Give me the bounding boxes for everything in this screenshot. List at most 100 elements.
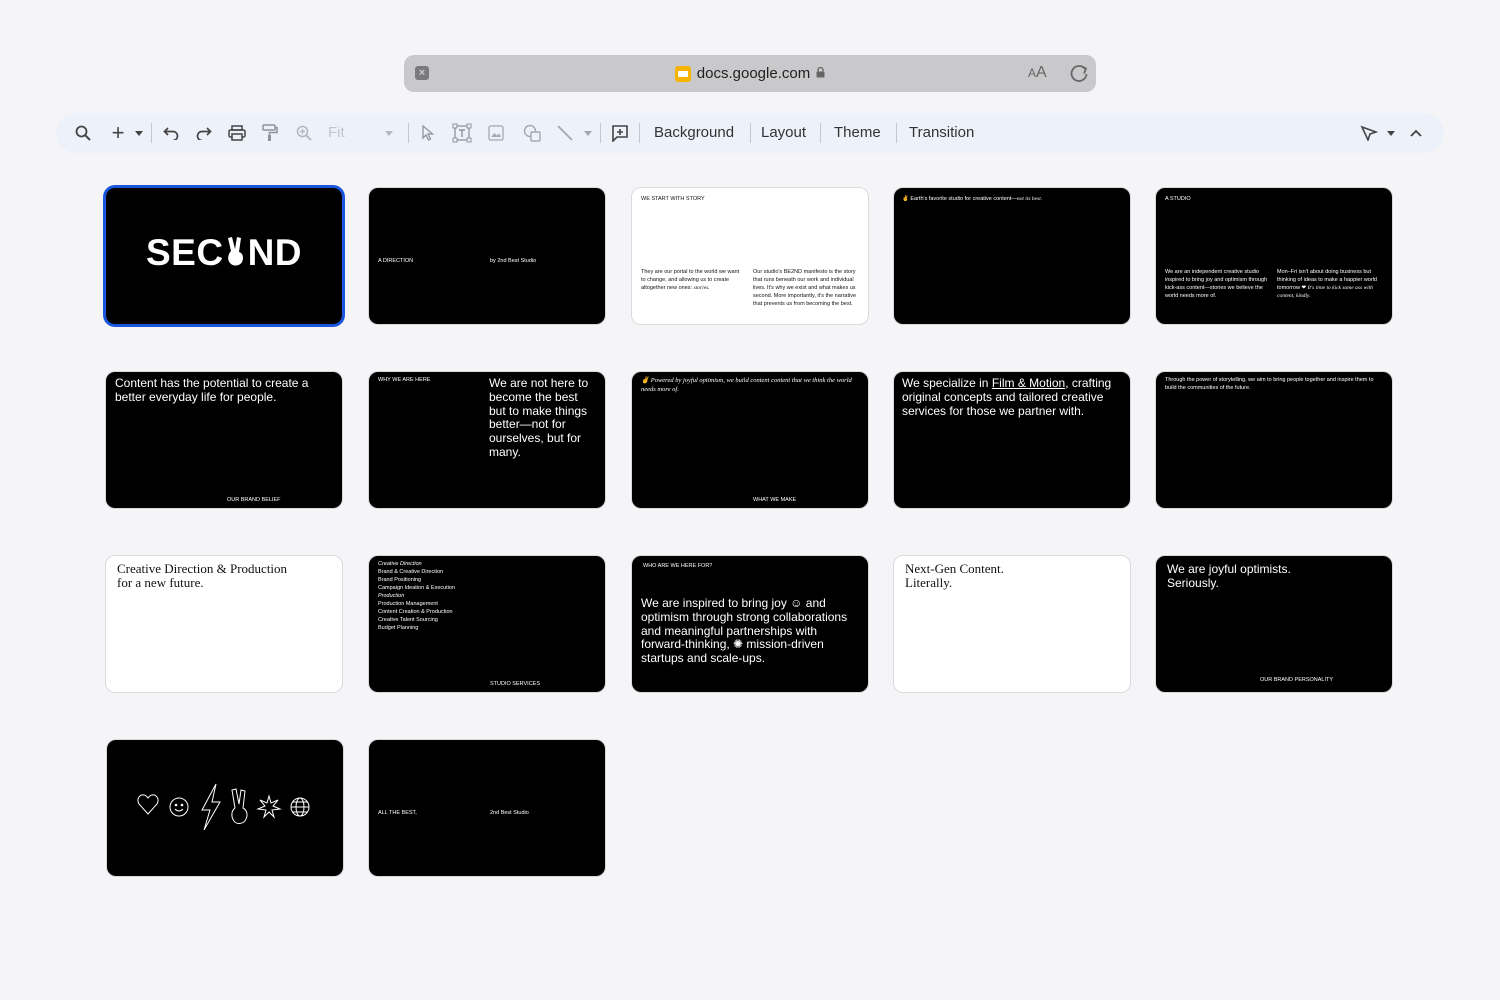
text-size-button[interactable]: AA xyxy=(1028,64,1047,82)
peace-hand-outline-icon xyxy=(231,788,248,824)
slide-body: Content has the potential to create a be… xyxy=(115,376,309,404)
slide-thumbnail-15[interactable]: We are joyful optimists. Seriously. OUR … xyxy=(1156,556,1392,692)
toolbar-divider xyxy=(600,123,601,143)
line-tool-icon[interactable] xyxy=(555,113,575,153)
list-item: Budget Planning xyxy=(378,625,419,631)
select-tool-icon[interactable] xyxy=(418,113,438,153)
slide-text: Mon–Fri isn't about doing business but t… xyxy=(1277,269,1377,299)
redo-icon[interactable] xyxy=(193,113,215,153)
transition-button[interactable]: Transition xyxy=(909,113,974,153)
slide-heading: WHY WE ARE HERE xyxy=(378,377,431,383)
line-dropdown-icon[interactable] xyxy=(581,113,595,153)
toolbar-divider xyxy=(896,123,897,143)
slide-thumbnail-6[interactable]: Content has the potential to create a be… xyxy=(106,372,342,508)
slide-thumbnail-1[interactable]: SEC ND xyxy=(106,188,342,324)
slide-thumbnail-3[interactable]: WE START WITH STORY They are our portal … xyxy=(632,188,868,324)
slide-body: We are inspired to bring joy ☺ and optim… xyxy=(641,596,848,666)
slide-heading: ✌ Earth's favorite studio for creative c… xyxy=(902,196,1043,202)
slide-thumbnail-7[interactable]: WHY WE ARE HERE We are not here to becom… xyxy=(369,372,605,508)
url-text: docs.google.com xyxy=(696,65,811,82)
slide-thumbnail-12[interactable]: Creative Direction Brand & Creative Dire… xyxy=(369,556,605,692)
second-logo: SEC ND xyxy=(145,232,303,273)
film-motion-link: Film & Motion xyxy=(991,376,1066,390)
slide-text: ALL THE BEST, xyxy=(378,810,417,816)
text-box-icon[interactable] xyxy=(450,113,474,153)
peace-hand-icon xyxy=(224,235,248,267)
collapse-toolbar-icon[interactable] xyxy=(1406,113,1426,153)
toolbar-divider xyxy=(639,123,640,143)
slide-thumbnail-17[interactable]: ALL THE BEST, 2nd Best Studio xyxy=(369,740,605,876)
search-icon[interactable] xyxy=(72,113,94,153)
print-icon[interactable] xyxy=(226,113,248,153)
toolbar-divider xyxy=(151,123,152,143)
image-icon[interactable] xyxy=(486,113,506,153)
zoom-select[interactable]: Fit xyxy=(328,113,345,153)
slide-body: We specialize in Film & Motion, crafting… xyxy=(902,376,1112,418)
slide-thumbnail-9[interactable]: We specialize in Film & Motion, crafting… xyxy=(894,372,1130,508)
zoom-dropdown-icon[interactable] xyxy=(382,113,396,153)
list-item: Production xyxy=(378,593,405,599)
slides-toolbar: + Fit Background Layout Theme Transition xyxy=(56,113,1444,153)
list-item: Creative Direction xyxy=(378,561,422,567)
list-item: Campaign Ideation & Execution xyxy=(378,585,456,591)
sparkle-burst-icon xyxy=(256,794,282,819)
new-slide-icon[interactable]: + xyxy=(108,113,128,153)
slide-footer: WHAT WE MAKE xyxy=(753,497,797,503)
theme-button[interactable]: Theme xyxy=(834,113,881,153)
slide-title: Next-Gen Content. Literally. xyxy=(905,561,1004,590)
reload-icon[interactable] xyxy=(1068,60,1090,92)
services-list: Creative Direction Brand & Creative Dire… xyxy=(378,560,455,632)
slide-text: We are an independent creative studio in… xyxy=(1165,269,1268,299)
slide-footer: STUDIO SERVICES xyxy=(490,681,541,687)
slide-thumbnail-14[interactable]: Next-Gen Content. Literally. xyxy=(894,556,1130,692)
slide-body: Through the power of storytelling, we ai… xyxy=(1165,377,1374,391)
slide-thumbnail-4[interactable]: ✌ Earth's favorite studio for creative c… xyxy=(894,188,1130,324)
slide-text: A DIRECTION xyxy=(378,258,414,264)
slide-thumbnail-11[interactable]: Creative Direction & Production for a ne… xyxy=(106,556,342,692)
list-item: Creative Talent Sourcing xyxy=(378,617,438,623)
slide-body: ✌ Powered by joyful optimism, we build c… xyxy=(641,377,852,393)
slide-heading: WHO ARE WE HERE FOR? xyxy=(643,563,713,569)
slide-thumbnail-16[interactable] xyxy=(107,740,343,876)
slide-title: We are joyful optimists. Seriously. xyxy=(1167,562,1291,590)
new-slide-dropdown-icon[interactable] xyxy=(132,113,146,153)
slide-thumbnail-8[interactable]: ✌ Powered by joyful optimism, we build c… xyxy=(632,372,868,508)
toolbar-divider xyxy=(820,123,821,143)
slide-body: We are not here to become the best but t… xyxy=(489,376,589,459)
google-slides-icon xyxy=(674,65,691,82)
toolbar-divider xyxy=(408,123,409,143)
slide-text: 2nd Best Studio xyxy=(490,810,529,816)
icon-row xyxy=(137,782,317,837)
background-button[interactable]: Background xyxy=(654,113,734,153)
slide-heading: WE START WITH STORY xyxy=(641,196,705,202)
url-display[interactable]: docs.google.com xyxy=(404,55,1096,92)
slide-footer: OUR BRAND BELIEF xyxy=(227,497,281,503)
cursor-mode-icon[interactable] xyxy=(1358,113,1380,153)
layout-button[interactable]: Layout xyxy=(761,113,806,153)
list-item: Brand Positioning xyxy=(378,577,422,583)
slide-title: Creative Direction & Production for a ne… xyxy=(117,561,288,590)
address-bar[interactable]: × docs.google.com AA xyxy=(404,55,1096,92)
slide-thumbnail-5[interactable]: A STUDIO We are an independent creative … xyxy=(1156,188,1392,324)
slide-thumbnail-2[interactable]: A DIRECTION by 2nd Best Studio xyxy=(369,188,605,324)
toolbar-divider xyxy=(750,123,751,143)
slide-thumbnail-10[interactable]: Through the power of storytelling, we ai… xyxy=(1156,372,1392,508)
list-item: Production Management xyxy=(378,601,438,607)
lightning-icon xyxy=(201,783,221,831)
cursor-mode-dropdown-icon[interactable] xyxy=(1384,113,1398,153)
undo-icon[interactable] xyxy=(160,113,182,153)
lock-icon xyxy=(816,66,825,81)
list-item: Brand & Creative Direction xyxy=(378,569,444,575)
heart-icon xyxy=(137,794,159,815)
slide-text: by 2nd Best Studio xyxy=(490,258,537,264)
slide-thumbnail-13[interactable]: WHO ARE WE HERE FOR? We are inspired to … xyxy=(632,556,868,692)
slide-footer: OUR BRAND PERSONALITY xyxy=(1260,677,1334,683)
slide-text: Our studio's BE2ND manifesto is the stor… xyxy=(753,269,857,307)
paint-format-icon[interactable] xyxy=(259,113,281,153)
slide-text: They are our portal to the world we want… xyxy=(641,269,740,291)
smiley-icon xyxy=(169,797,189,817)
slide-heading: A STUDIO xyxy=(1165,196,1191,202)
shape-icon[interactable] xyxy=(521,113,543,153)
zoom-icon[interactable] xyxy=(293,113,315,153)
add-comment-icon[interactable] xyxy=(609,113,631,153)
